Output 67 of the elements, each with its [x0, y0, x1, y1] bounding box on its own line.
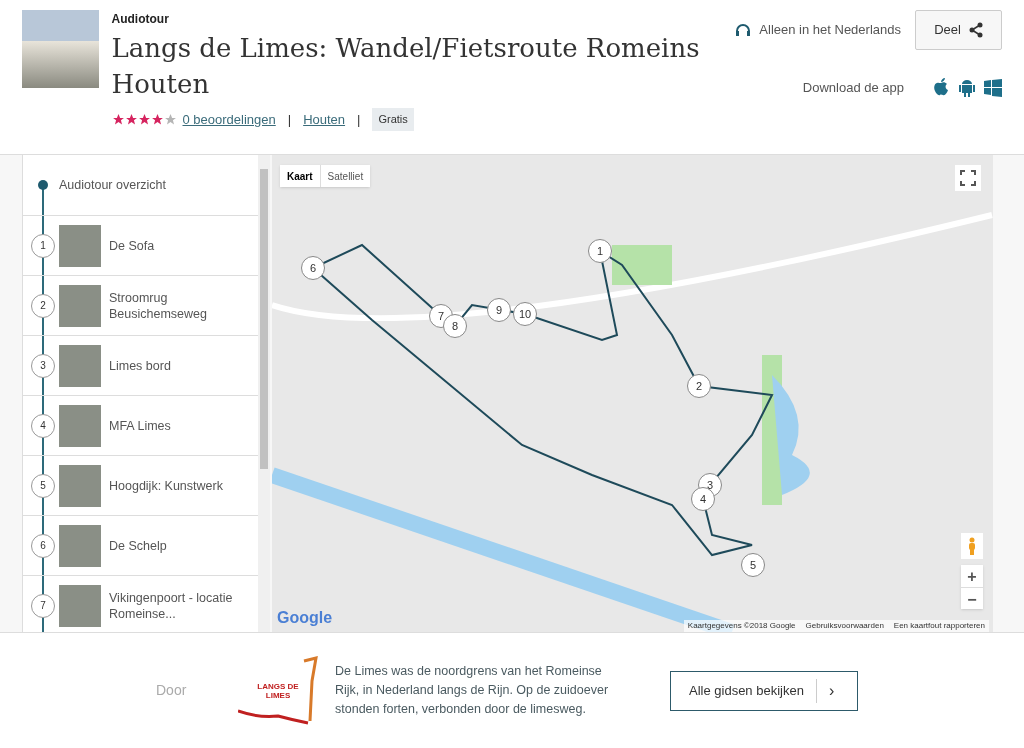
fullscreen-icon[interactable]: [955, 165, 981, 191]
stop-number: 3: [31, 353, 55, 378]
route-stop-marker[interactable]: 8: [443, 314, 467, 338]
stop-name: Hoogdijk: Kunstwerk: [109, 477, 224, 494]
map-type-tab[interactable]: Satelliet: [319, 165, 371, 187]
map-link[interactable]: Een kaartfout rapporteren: [893, 620, 985, 632]
android-icon[interactable]: [958, 78, 976, 98]
download-label: Download de app: [802, 79, 904, 98]
stop-item[interactable]: 5 Hoogdijk: Kunstwerk: [23, 455, 258, 515]
apple-icon[interactable]: [932, 78, 950, 98]
map-attribution: Kaartgegevens ©2018 Google: [687, 620, 796, 632]
photo-placeholder: [59, 344, 101, 387]
stop-number: 2: [31, 293, 55, 318]
reviews-link[interactable]: 0 beoordelingen: [182, 109, 276, 129]
share-icon: [968, 22, 983, 38]
author-label: Door: [156, 681, 188, 700]
tour-title: Langs de Limes: Wandel/Fietsroute Romeins Houten: [111, 32, 701, 101]
route-stop-marker[interactable]: 9: [487, 298, 511, 322]
stop-item[interactable]: 2 Stroomrug Beusichemseweg: [23, 275, 258, 335]
stop-item[interactable]: 7 Vikingenpoort - locatie Romeinse...: [23, 575, 258, 632]
price-tag: Gratis: [372, 108, 414, 131]
map-link[interactable]: Gebruiksvoorwaarden: [805, 620, 884, 632]
stop-name: Limes bord: [109, 357, 172, 374]
overview-item[interactable]: Audiotour overzicht: [23, 155, 258, 215]
photo-placeholder: [59, 464, 101, 507]
stop-number: 1: [31, 233, 55, 258]
windows-icon[interactable]: [984, 79, 1002, 97]
stop-name: De Sofa: [109, 237, 156, 254]
stop-name: De Schelp: [109, 537, 168, 554]
overview-label: Audiotour overzicht: [59, 176, 166, 194]
photo-placeholder: [59, 224, 101, 267]
stop-number: 6: [31, 533, 55, 558]
stop-name: Stroomrug Beusichemseweg: [109, 289, 208, 322]
separator: |: [357, 110, 361, 129]
route-stop-marker[interactable]: 10: [513, 302, 537, 326]
scrollbar[interactable]: [258, 155, 270, 632]
stop-item[interactable]: 4 MFA Limes: [23, 395, 258, 455]
stop-item[interactable]: 6 De Schelp: [23, 515, 258, 575]
map-brand-logo: Google: [277, 608, 333, 628]
stop-item[interactable]: 3 Limes bord: [23, 335, 258, 395]
photo-placeholder: [59, 284, 101, 327]
zoom-out-button[interactable]: −: [961, 587, 983, 609]
map-drawing[interactable]: Kaart Satelliet + − 1 2 3 4 5 6 7 8 9 10 Google Kaartgegevens ©2018 Google Gebruiksvoorwaarden Een kaartfout rapporteren: [272, 155, 993, 632]
photo-placeholder: [59, 404, 101, 447]
language-label: Alleen in het Nederlands: [759, 21, 901, 40]
separator: |: [287, 110, 292, 129]
stop-name: MFA Limes: [109, 417, 172, 434]
all-guides-button[interactable]: Alle gidsen bekijken ›: [670, 670, 858, 711]
route-stop-marker[interactable]: 6: [301, 256, 325, 280]
zoom-in-button[interactable]: +: [961, 565, 983, 587]
share-button[interactable]: Deel: [915, 10, 1002, 50]
stop-number: 7: [31, 593, 55, 618]
route-stop-marker[interactable]: 1: [588, 239, 612, 263]
stop-item[interactable]: 1 De Sofa: [23, 215, 258, 275]
route-stop-marker[interactable]: 2: [687, 374, 711, 398]
route-stop-marker[interactable]: 5: [741, 553, 765, 577]
stop-number: 5: [31, 473, 55, 498]
stop-name: Vikingenpoort - locatie Romeinse...: [109, 589, 234, 622]
stop-number: 4: [31, 413, 55, 438]
publisher-logo: LANGS DE LIMES: [238, 655, 318, 726]
city-link[interactable]: Houten: [303, 109, 346, 129]
publisher-description: De Limes was de noordgrens van het Romeinse Rijk, in Nederland langs de Rijn. Op de zuidoever stonden forten, verbonden door de limesweg.: [335, 663, 610, 718]
tour-type-label: Audiotour: [111, 11, 170, 28]
photo-placeholder: [59, 524, 101, 567]
headphones-icon: [735, 23, 752, 37]
map-type-tab[interactable]: Kaart: [280, 165, 320, 187]
photo-placeholder: [59, 584, 101, 627]
